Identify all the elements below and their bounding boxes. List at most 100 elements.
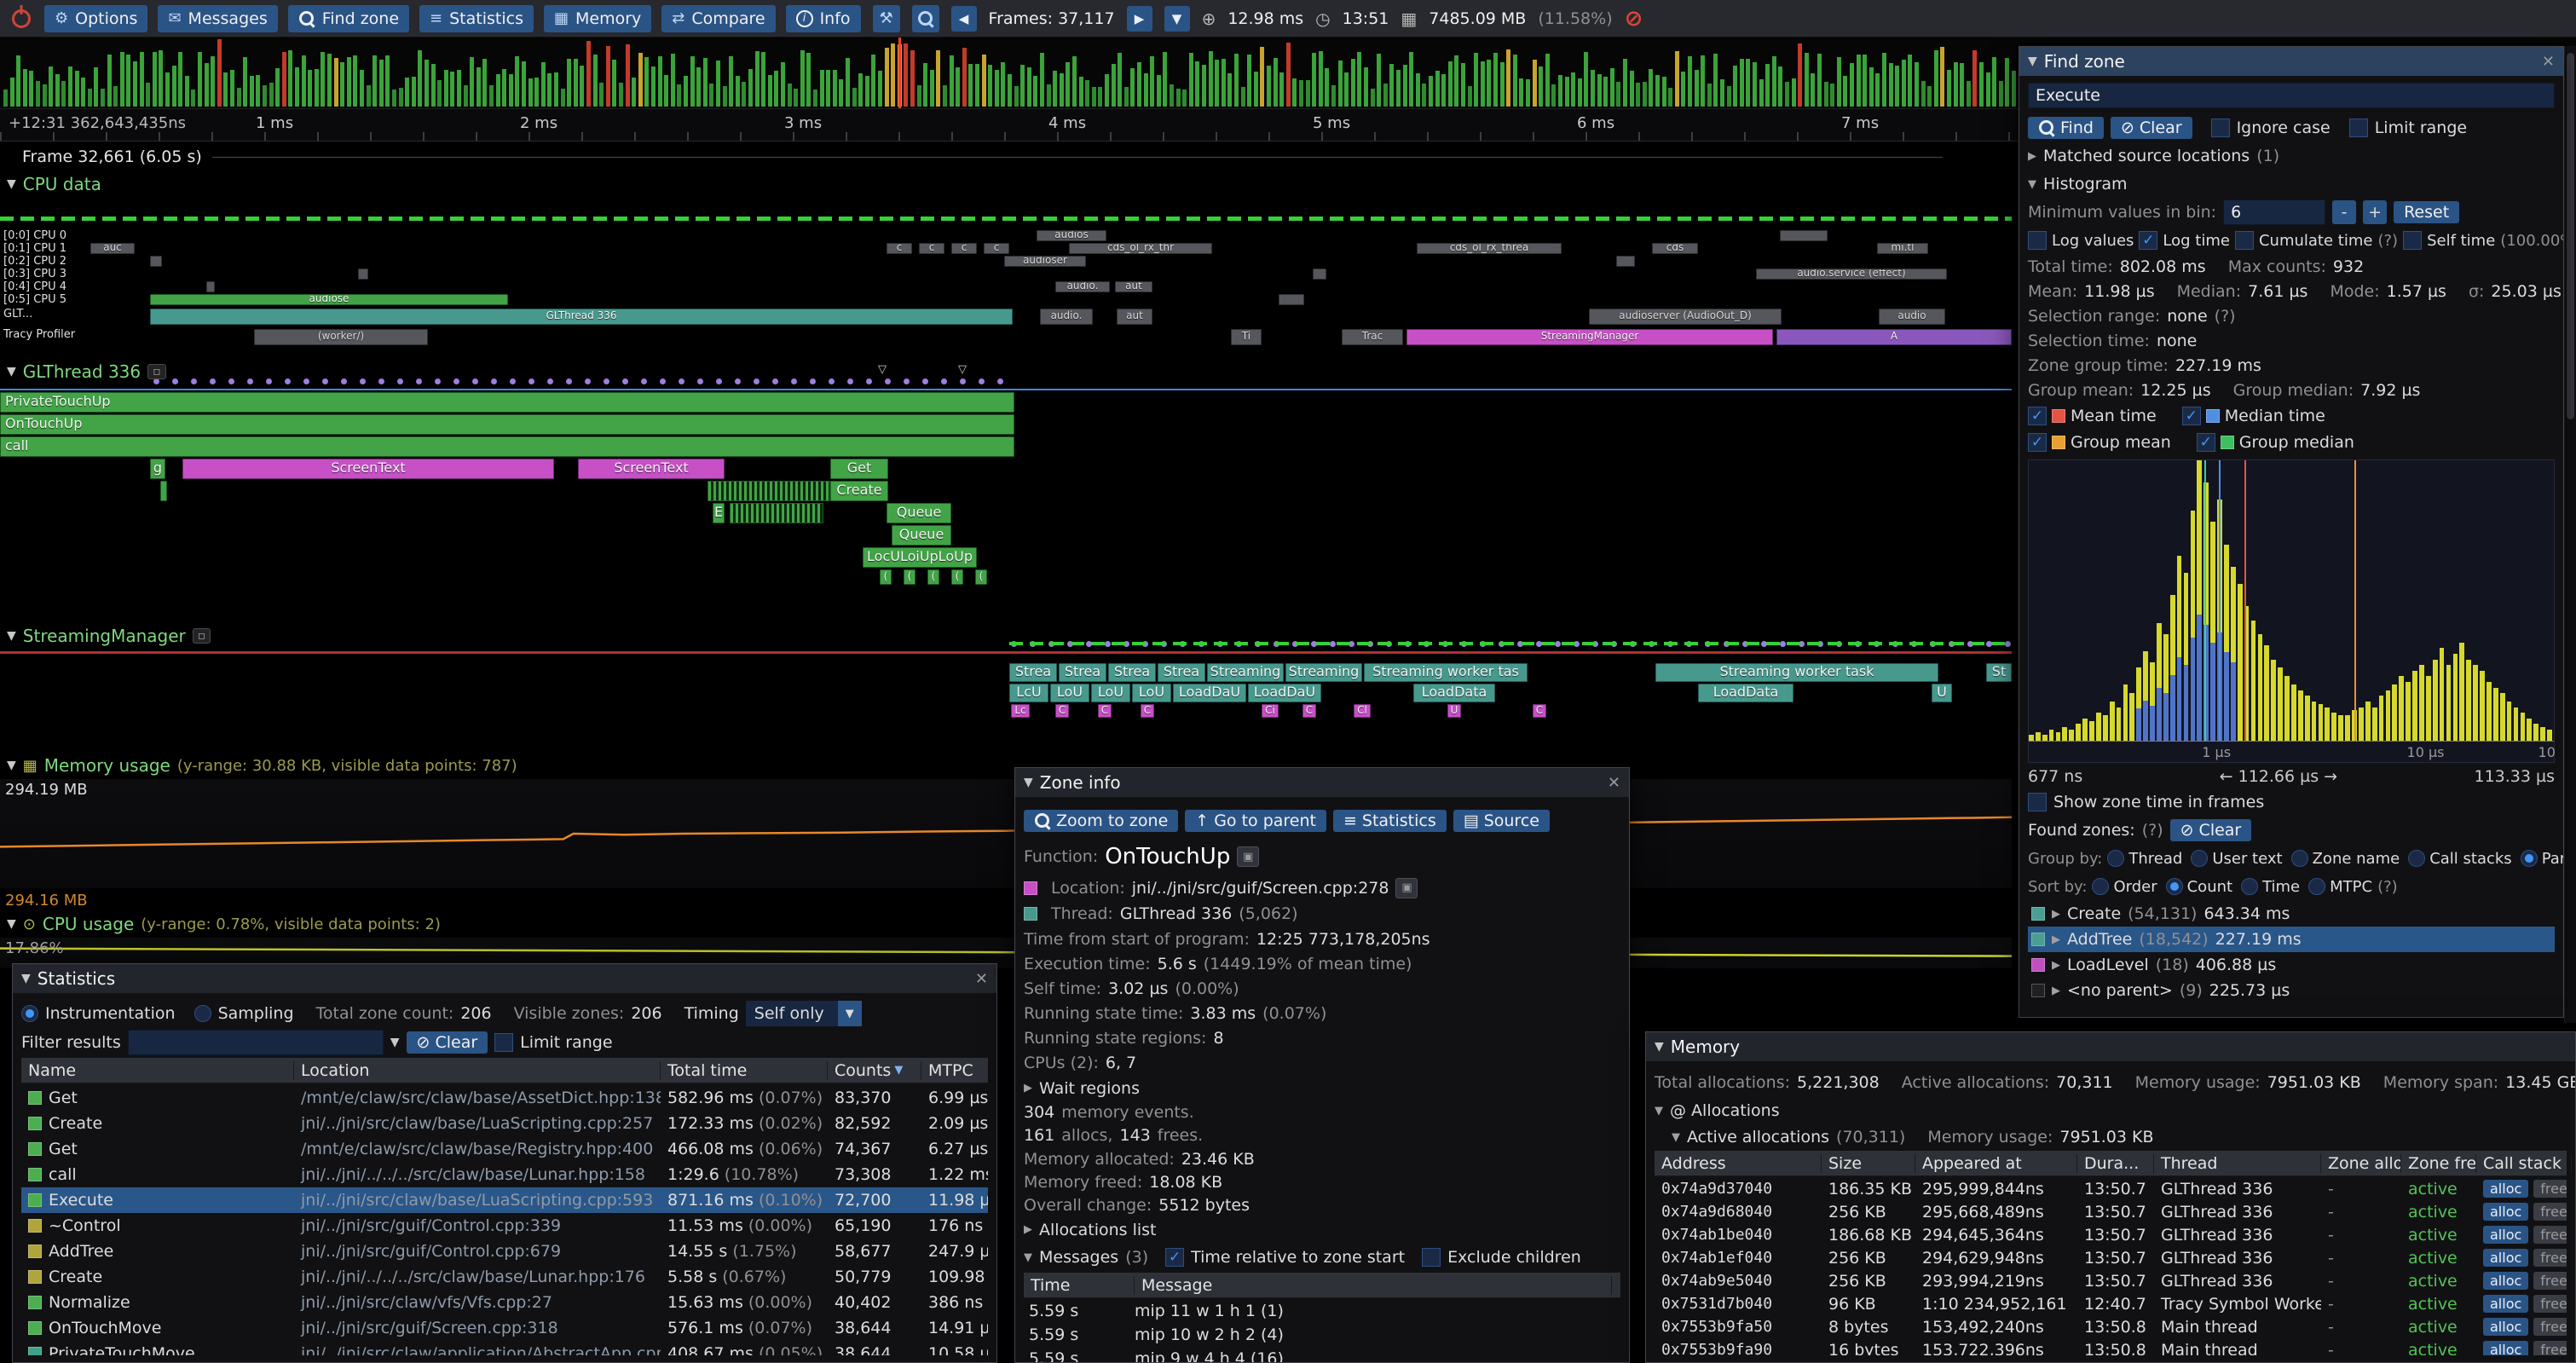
sort-by-option[interactable]: MTPC bbox=[2308, 878, 2372, 896]
zone-chip[interactable]: cds bbox=[1652, 243, 1698, 254]
filter-icon[interactable]: ▼ bbox=[390, 1036, 400, 1049]
histogram-row[interactable]: ▼ Histogram bbox=[2028, 170, 2555, 198]
column-header[interactable]: Address bbox=[1655, 1154, 1822, 1173]
free-callstack-button[interactable]: free bbox=[2533, 1203, 2567, 1221]
zone-chip[interactable] bbox=[358, 269, 368, 280]
zone-chip[interactable]: Streaming worker task bbox=[1655, 663, 1938, 682]
alloc-callstack-button[interactable]: alloc bbox=[2483, 1226, 2528, 1244]
histogram-bar[interactable] bbox=[2527, 719, 2532, 741]
histogram-bar[interactable] bbox=[2533, 724, 2538, 741]
wait-regions-row[interactable]: ▶ Wait regions bbox=[1024, 1076, 1620, 1100]
histogram-bar[interactable] bbox=[2412, 671, 2417, 741]
exclude-children-checkbox[interactable] bbox=[1422, 1248, 1441, 1267]
collapse-icon[interactable]: ▼ bbox=[1655, 1105, 1663, 1118]
zone-chip[interactable]: LoU bbox=[1050, 684, 1089, 702]
statistics-row[interactable]: Get/mnt/e/claw/src/claw/base/AssetDict.h… bbox=[21, 1085, 988, 1111]
column-header[interactable]: Call stack bbox=[2476, 1154, 2572, 1173]
message-row[interactable]: 5.59 smip 11 w 1 h 1 (1) bbox=[1024, 1299, 1620, 1323]
allocation-row[interactable]: 0x7553b9fa508 bytes153,492,240ns13:50.8M… bbox=[1655, 1315, 2567, 1338]
allocation-row[interactable]: 0x74a9d68040256 KB295,668,489ns13:50.7GL… bbox=[1655, 1200, 2567, 1223]
found-zone-group[interactable]: ▶LoadLevel(18)406.88 µs bbox=[2028, 952, 2555, 978]
statistics-row[interactable]: Executejni/../jni/src/claw/base/LuaScrip… bbox=[21, 1187, 988, 1213]
statistics-row[interactable]: Get/mnt/e/claw/src/claw/base/Registry.hp… bbox=[21, 1136, 988, 1162]
alloc-callstack-button[interactable]: alloc bbox=[2483, 1272, 2528, 1290]
zone-chip[interactable]: ( bbox=[880, 569, 892, 585]
collapse-icon[interactable]: ▼ bbox=[1655, 1040, 1664, 1054]
zone-chip[interactable]: ( bbox=[951, 569, 963, 585]
zone-chip[interactable] bbox=[160, 481, 167, 501]
histogram-plot[interactable]: 1 µs10 µs10 bbox=[2028, 459, 2555, 763]
allocation-row[interactable]: 0x7553b9fa9016 bytes153,722,396ns13:50.8… bbox=[1655, 1338, 2567, 1355]
column-header[interactable]: MTPC bbox=[921, 1061, 996, 1080]
zone-chip[interactable]: aut bbox=[1115, 281, 1152, 292]
statistics-row[interactable]: Createjni/../jni/../../../src/claw/base/… bbox=[21, 1264, 988, 1290]
collapse-icon[interactable]: ▼ bbox=[21, 972, 31, 985]
column-header[interactable]: Name bbox=[21, 1061, 294, 1080]
histogram-bar[interactable] bbox=[2406, 682, 2411, 741]
zone-chip[interactable]: Create bbox=[830, 481, 888, 501]
tools-icon[interactable]: ⚒ bbox=[873, 5, 900, 32]
allocation-row[interactable]: 0x74ab1ef040256 KB294,629,948ns13:50.7GL… bbox=[1655, 1246, 2567, 1269]
group-by-option[interactable]: User text bbox=[2191, 850, 2282, 868]
zone-chip[interactable]: LoadDaU bbox=[1173, 684, 1246, 702]
memory-titlebar[interactable]: ▼ Memory bbox=[1646, 1032, 2575, 1061]
histogram-bar[interactable] bbox=[2271, 660, 2276, 741]
statistics-button[interactable]: ≡Statistics bbox=[1333, 810, 1447, 832]
histogram-bar[interactable] bbox=[2486, 682, 2492, 741]
statistics-row[interactable]: AddTreejni/../jni/src/guif/Control.cpp:6… bbox=[21, 1239, 988, 1264]
column-header[interactable]: Size bbox=[1822, 1154, 1915, 1173]
histogram-bar[interactable] bbox=[2359, 707, 2364, 741]
histogram-bar[interactable] bbox=[2392, 684, 2397, 741]
zone-chip[interactable]: C bbox=[1055, 704, 1069, 718]
free-callstack-button[interactable]: free bbox=[2533, 1318, 2567, 1336]
histogram-bar[interactable] bbox=[2129, 693, 2134, 741]
zone-chip[interactable]: audioser bbox=[1004, 256, 1086, 267]
histogram-bar[interactable] bbox=[2123, 684, 2128, 741]
found-zone-group[interactable]: ▶<no parent>(9)225.73 µs bbox=[2028, 978, 2555, 1003]
column-header[interactable]: Zone alloc bbox=[2321, 1154, 2401, 1173]
zone-chip[interactable] bbox=[1279, 294, 1304, 305]
column-header[interactable]: Dura... bbox=[2077, 1154, 2154, 1173]
zone-chip[interactable]: ( bbox=[975, 569, 987, 585]
histogram-bar[interactable] bbox=[2453, 654, 2458, 741]
zone-chip[interactable]: c bbox=[887, 243, 912, 254]
free-callstack-button[interactable]: free bbox=[2533, 1341, 2567, 1355]
column-header[interactable]: Thread bbox=[2154, 1154, 2321, 1173]
log-values-checkbox[interactable] bbox=[2028, 231, 2047, 250]
zone-chip[interactable]: c bbox=[951, 243, 977, 254]
zone-chip[interactable]: cds_ol_rx_threa bbox=[1417, 243, 1562, 254]
histogram-bar[interactable] bbox=[2514, 707, 2519, 741]
histogram-bar[interactable] bbox=[2258, 634, 2263, 741]
column-header[interactable]: Time bbox=[1024, 1276, 1135, 1295]
found-zone-group[interactable]: ▶AddTree(18,542)227.19 ms bbox=[2028, 927, 2555, 952]
zone-chip[interactable] bbox=[206, 281, 215, 292]
zone-chip[interactable]: mi.tl bbox=[1877, 243, 1928, 254]
histogram-bar[interactable] bbox=[2036, 732, 2041, 741]
group-by-option[interactable]: Call stacks bbox=[2408, 850, 2512, 868]
collapse-icon[interactable]: ▼ bbox=[2028, 178, 2036, 191]
zone-chip[interactable]: GLThread 336 bbox=[150, 309, 1013, 325]
legend-checkbox[interactable] bbox=[2182, 407, 2201, 425]
histogram-bar[interactable] bbox=[2507, 702, 2512, 741]
statistics-row[interactable]: OnTouchMovejni/../jni/src/guif/Screen.cp… bbox=[21, 1315, 988, 1341]
histogram-bar[interactable] bbox=[2399, 676, 2404, 741]
zone-chip[interactable]: auc bbox=[90, 243, 135, 254]
decrease-button[interactable]: - bbox=[2332, 200, 2356, 224]
free-callstack-button[interactable]: free bbox=[2533, 1272, 2567, 1290]
ghost-zones-icon[interactable]: ▫ bbox=[193, 628, 211, 644]
histogram-bar[interactable] bbox=[2440, 648, 2445, 741]
histogram-bar[interactable] bbox=[2238, 584, 2243, 741]
column-header[interactable]: Total time bbox=[661, 1061, 828, 1080]
toolbar-button-compare[interactable]: ⇄Compare bbox=[661, 5, 775, 32]
zone-chip[interactable]: St bbox=[1986, 663, 2012, 682]
power-icon[interactable] bbox=[12, 9, 31, 28]
legend-checkbox[interactable] bbox=[2197, 433, 2215, 452]
histogram-bar[interactable] bbox=[2521, 713, 2526, 741]
group-by-radio[interactable] bbox=[2521, 850, 2538, 867]
find-button[interactable]: Find bbox=[2028, 117, 2104, 139]
zone-chip[interactable]: LoadData bbox=[1698, 684, 1793, 702]
expand-icon[interactable]: ▶ bbox=[1024, 1223, 1032, 1236]
column-header[interactable]: Message bbox=[1135, 1276, 1612, 1295]
instrumentation-radio[interactable] bbox=[21, 1005, 38, 1022]
zone-chip[interactable]: audio.service (effect) bbox=[1756, 269, 1947, 280]
